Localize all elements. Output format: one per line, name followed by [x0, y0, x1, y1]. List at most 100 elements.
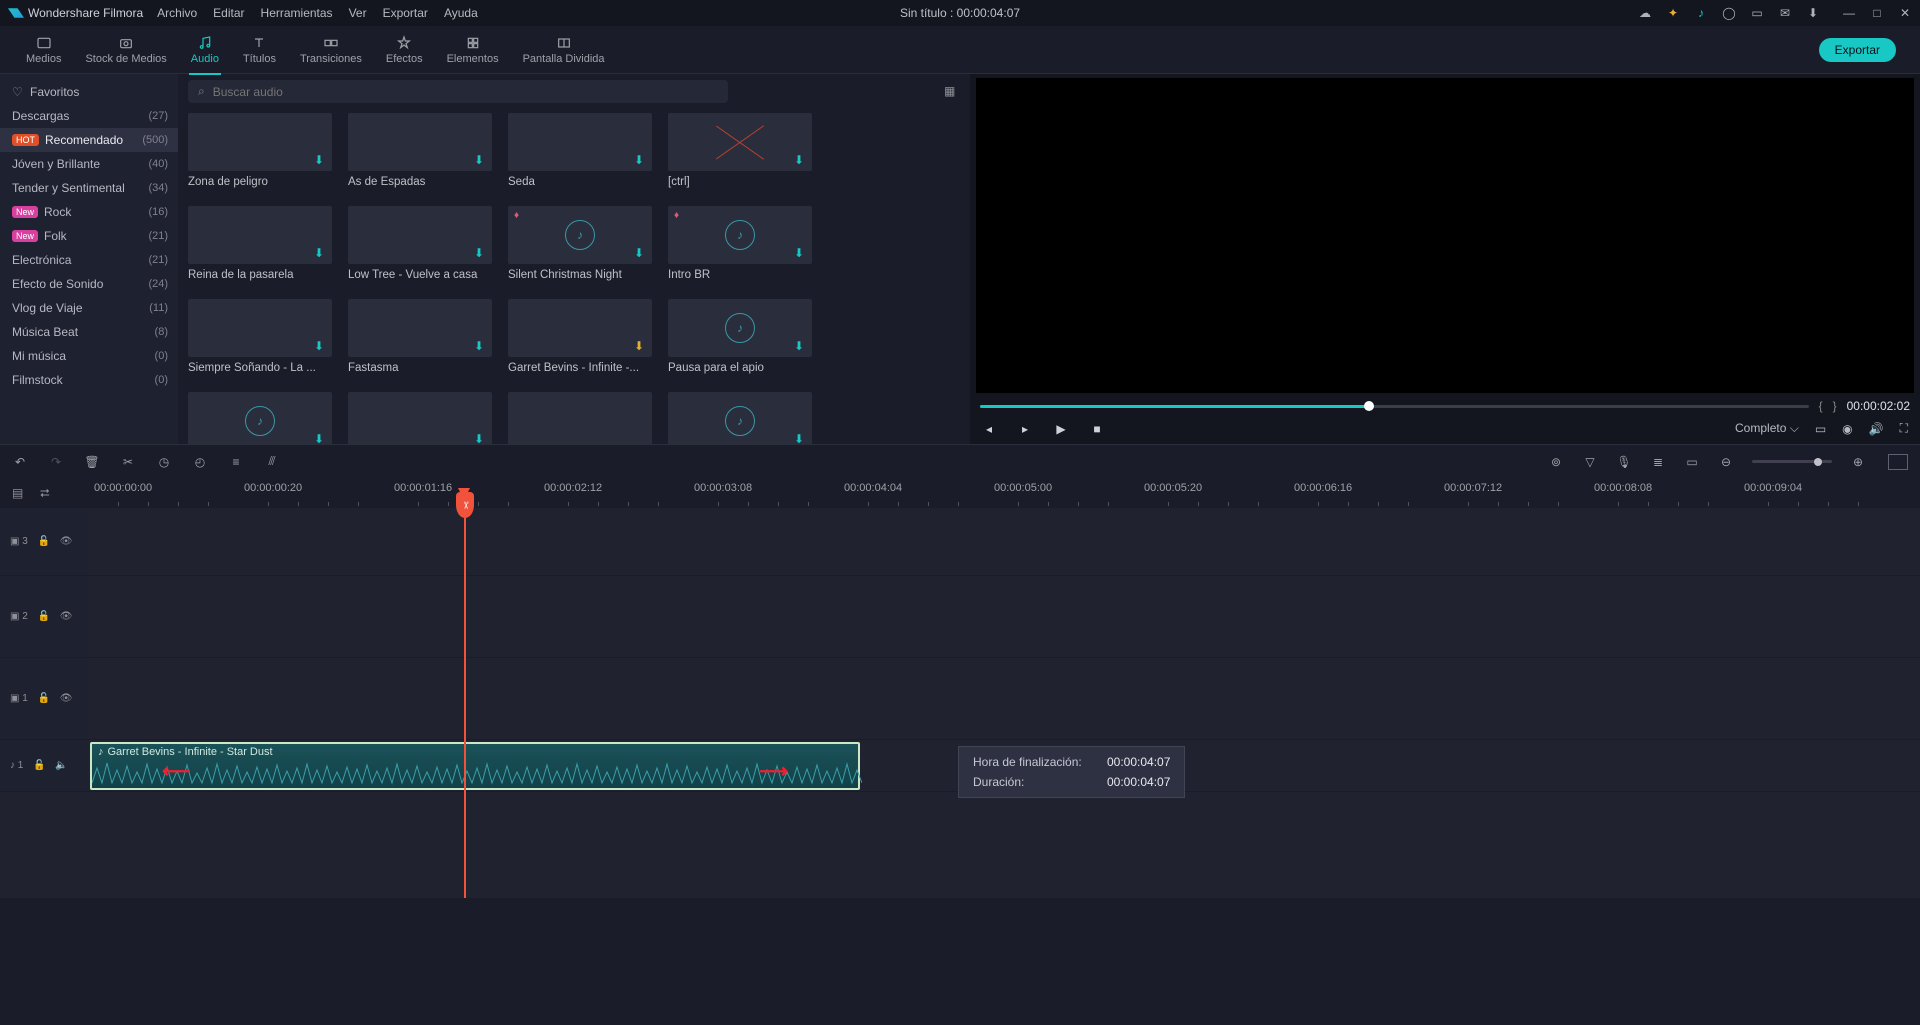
- lock-icon[interactable]: 🔓: [38, 536, 50, 548]
- download-icon[interactable]: ⬇: [794, 246, 808, 260]
- minimize-icon[interactable]: —: [1842, 6, 1856, 20]
- lock-icon[interactable]: 🔓: [33, 760, 45, 772]
- library-item[interactable]: ⬇Zona de peligro: [188, 113, 332, 188]
- list-icon[interactable]: ≣: [1650, 454, 1666, 470]
- download-icon[interactable]: ⬇: [314, 153, 328, 167]
- download-icon[interactable]: ⬇: [314, 246, 328, 260]
- download-icon[interactable]: ⬇: [634, 246, 648, 260]
- mixer-icon[interactable]: ⊚: [1548, 454, 1564, 470]
- sidebar-item-recomendado[interactable]: HOTRecomendado(500): [0, 128, 178, 152]
- snapshot-icon[interactable]: ◉: [1842, 422, 1852, 436]
- close-icon[interactable]: ✕: [1898, 6, 1912, 20]
- grid-view-icon[interactable]: ▦: [944, 84, 960, 100]
- tab-stock[interactable]: Stock de Medios: [73, 31, 178, 69]
- bracket-right-icon[interactable]: }: [1833, 399, 1837, 413]
- sidebar-item-folk[interactable]: NewFolk(21): [0, 224, 178, 248]
- zoom-in-icon[interactable]: ⊕: [1850, 454, 1866, 470]
- prev-frame-icon[interactable]: ◂: [982, 422, 996, 436]
- download-icon[interactable]: ⬇: [314, 339, 328, 353]
- play-icon[interactable]: ▶: [1054, 422, 1068, 436]
- speaker-icon[interactable]: 🔈: [55, 760, 67, 772]
- tab-transiciones[interactable]: Transiciones: [288, 31, 374, 69]
- library-item[interactable]: ⬇Seda: [508, 113, 652, 188]
- menu-ver[interactable]: Ver: [349, 6, 367, 20]
- doc-icon[interactable]: ▭: [1750, 6, 1764, 20]
- headphone-icon[interactable]: ♪: [1694, 6, 1708, 20]
- thumb-icon[interactable]: ▭: [1684, 454, 1700, 470]
- split-icon[interactable]: ✂: [120, 454, 136, 470]
- video-track-1[interactable]: ▣ 1🔓👁: [0, 658, 1920, 740]
- fullscreen-icon[interactable]: ⛶: [1900, 421, 1908, 436]
- playhead[interactable]: [464, 508, 466, 898]
- bracket-left-icon[interactable]: {: [1819, 399, 1823, 413]
- export-button[interactable]: Exportar: [1819, 38, 1896, 62]
- next-frame-icon[interactable]: ▸: [1018, 422, 1032, 436]
- menu-editar[interactable]: Editar: [213, 6, 244, 20]
- sidebar-item-rock[interactable]: NewRock(16): [0, 200, 178, 224]
- library-item[interactable]: ⬇As de Espadas: [348, 113, 492, 188]
- download-icon[interactable]: ⬇: [1806, 6, 1820, 20]
- sidebar-item-joven[interactable]: Jóven y Brillante(40): [0, 152, 178, 176]
- library-item[interactable]: Cinta Roja: [508, 392, 652, 444]
- download-icon[interactable]: ⬇: [794, 153, 808, 167]
- redo-icon[interactable]: ↷: [48, 454, 64, 470]
- tab-efectos[interactable]: Efectos: [374, 31, 435, 69]
- library-item[interactable]: ⬇No lo detengas: [348, 392, 492, 444]
- marker-icon[interactable]: ▽: [1582, 454, 1598, 470]
- menu-ayuda[interactable]: Ayuda: [444, 6, 478, 20]
- library-item[interactable]: ⬇Garret Bevins - Infinite -...: [508, 299, 652, 374]
- lock-icon[interactable]: 🔓: [38, 611, 50, 623]
- mail-icon[interactable]: ✉: [1778, 6, 1792, 20]
- adjust-icon[interactable]: ≡: [228, 454, 244, 470]
- menu-herramientas[interactable]: Herramientas: [261, 6, 333, 20]
- library-item[interactable]: ♪⬇Disparo láser: [188, 392, 332, 444]
- display-icon[interactable]: ▭: [1815, 422, 1826, 436]
- download-icon[interactable]: ⬇: [794, 339, 808, 353]
- crop-icon[interactable]: ◴: [192, 454, 208, 470]
- sidebar-item-descargas[interactable]: Descargas(27): [0, 104, 178, 128]
- volume-icon[interactable]: 🔊: [1869, 422, 1884, 436]
- sidebar-item-favoritos[interactable]: Favoritos: [0, 80, 178, 104]
- menu-exportar[interactable]: Exportar: [383, 6, 428, 20]
- scrub-bar[interactable]: [980, 405, 1809, 408]
- download-icon[interactable]: ⬇: [314, 432, 328, 444]
- idea-icon[interactable]: ✦: [1666, 6, 1680, 20]
- sidebar-item-filmstock[interactable]: Filmstock(0): [0, 368, 178, 392]
- audio-edit-icon[interactable]: ⫻: [264, 454, 280, 470]
- sidebar-item-tender[interactable]: Tender y Sentimental(34): [0, 176, 178, 200]
- download-icon[interactable]: ⬇: [634, 339, 648, 353]
- download-icon[interactable]: ⬇: [634, 153, 648, 167]
- search-box[interactable]: ⌕: [188, 80, 728, 103]
- audio-track-1[interactable]: ♪ 1🔓🔈 ♪Garret Bevins - Infinite - Star D…: [0, 740, 1920, 792]
- library-item[interactable]: ♪⬇Mouse click: [668, 392, 812, 444]
- zoom-slider[interactable]: [1752, 460, 1832, 463]
- lock-icon[interactable]: 🔓: [38, 693, 50, 705]
- library-item[interactable]: ♪♦⬇Intro BR: [668, 206, 812, 281]
- tab-audio[interactable]: Audio: [179, 31, 231, 69]
- timeline-ruler[interactable]: ▤ ⮂ 00:00:00:0000:00:00:2000:00:01:1600:…: [0, 478, 1920, 508]
- tab-elementos[interactable]: Elementos: [435, 31, 511, 69]
- zoom-out-icon[interactable]: ⊖: [1718, 454, 1734, 470]
- library-item[interactable]: ⬇Reina de la pasarela: [188, 206, 332, 281]
- library-item[interactable]: ⬇Low Tree - Vuelve a casa: [348, 206, 492, 281]
- eye-icon[interactable]: 👁: [60, 536, 72, 548]
- audio-clip[interactable]: ♪Garret Bevins - Infinite - Star Dust ⟵ …: [90, 742, 860, 790]
- link-icon[interactable]: ⮂: [40, 486, 54, 500]
- library-item[interactable]: ⬇Siempre Soñando - La ...: [188, 299, 332, 374]
- library-item[interactable]: ♪♦⬇Silent Christmas Night: [508, 206, 652, 281]
- record-icon[interactable]: 🎙: [1616, 454, 1632, 470]
- tab-pantalla-dividida[interactable]: Pantalla Dividida: [511, 31, 617, 69]
- speed-icon[interactable]: ◷: [156, 454, 172, 470]
- sidebar-item-efecto-sonido[interactable]: Efecto de Sonido(24): [0, 272, 178, 296]
- video-track-2[interactable]: ▣ 2🔓👁: [0, 576, 1920, 658]
- download-icon[interactable]: ⬇: [794, 432, 808, 444]
- eye-icon[interactable]: 👁: [60, 693, 72, 705]
- zoom-fit-icon[interactable]: [1888, 454, 1908, 470]
- download-icon[interactable]: ⬇: [474, 339, 488, 353]
- cloud-icon[interactable]: ☁: [1638, 6, 1652, 20]
- download-icon[interactable]: ⬇: [474, 153, 488, 167]
- user-icon[interactable]: ◯: [1722, 6, 1736, 20]
- sidebar-item-musica-beat[interactable]: Música Beat(8): [0, 320, 178, 344]
- sidebar-item-mi-musica[interactable]: Mi música(0): [0, 344, 178, 368]
- eye-icon[interactable]: 👁: [60, 611, 72, 623]
